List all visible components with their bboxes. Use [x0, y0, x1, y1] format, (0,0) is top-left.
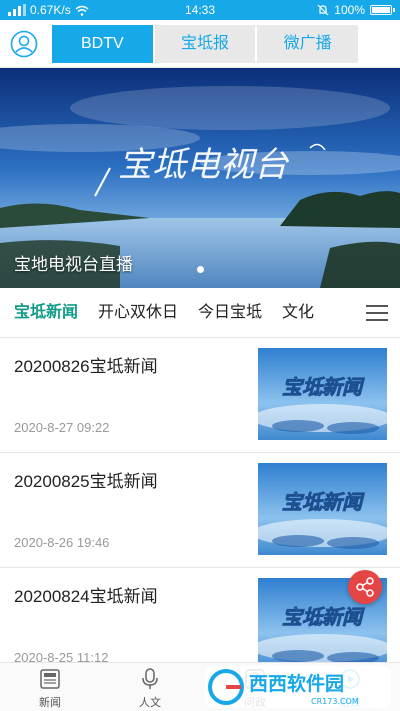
category-culture[interactable]: 文化 — [282, 288, 314, 337]
list-item[interactable]: 20200826宝坻新闻 2020-8-27 09:22 宝坻新闻 — [0, 338, 400, 453]
banner-logo-text: 宝坻电视台 — [118, 145, 290, 185]
tab-bdtv[interactable]: BDTV — [52, 25, 153, 63]
nav-news[interactable]: 新闻 — [10, 663, 90, 711]
site-watermark: 西西软件园 CR173.COM — [205, 666, 391, 708]
watermark-text: 西西软件园 — [249, 672, 344, 695]
status-right: 100% — [317, 3, 395, 17]
banner-indicator-dot — [197, 266, 204, 273]
category-happy-weekend[interactable]: 开心双休日 — [98, 288, 178, 337]
news-title: 20200825宝坻新闻 — [14, 472, 158, 491]
tab-micro-radio[interactable]: 微广播 — [257, 25, 359, 63]
share-icon — [356, 577, 374, 597]
top-tabs: BDTV 宝坻报 微广播 — [52, 25, 359, 63]
thumb-text: 宝坻新闻 — [282, 605, 365, 629]
news-list: 20200826宝坻新闻 2020-8-27 09:22 宝坻新闻 202008… — [0, 338, 400, 662]
news-thumbnail: 宝坻新闻 — [258, 348, 387, 440]
category-today-baodi[interactable]: 今日宝坻 — [198, 288, 262, 337]
user-icon[interactable] — [10, 30, 38, 58]
nav-culture[interactable]: 人文 — [110, 663, 190, 711]
banner-caption: 宝地电视台直播 — [14, 255, 133, 274]
nav-label: 人文 — [139, 697, 161, 709]
news-date: 2020-8-25 11:12 — [14, 650, 109, 662]
watermark-domain: CR173.COM — [311, 697, 359, 706]
news-title: 20200826宝坻新闻 — [14, 357, 158, 376]
newspaper-icon — [40, 669, 60, 689]
menu-icon[interactable] — [352, 288, 400, 337]
status-bar: 0.67K/s 14:33 100% — [0, 0, 400, 20]
share-button[interactable] — [348, 570, 382, 604]
thumb-text: 宝坻新闻 — [282, 375, 365, 399]
top-bar: BDTV 宝坻报 微广播 — [0, 20, 400, 68]
battery-icon — [370, 5, 395, 15]
microphone-icon — [142, 668, 158, 689]
alarm-off-icon — [317, 4, 329, 16]
news-thumbnail: 宝坻新闻 — [258, 463, 387, 555]
list-item[interactable]: 20200825宝坻新闻 2020-8-26 19:46 宝坻新闻 — [0, 453, 400, 568]
category-bar: 宝坻新闻 开心双休日 今日宝坻 文化 — [0, 288, 400, 338]
live-banner[interactable]: 宝坻电视台 宝地电视台直播 — [0, 68, 400, 288]
list-item[interactable]: 20200824宝坻新闻 2020-8-25 11:12 宝坻新闻 — [0, 568, 400, 662]
news-title: 20200824宝坻新闻 — [14, 587, 158, 606]
category-list: 宝坻新闻 开心双休日 今日宝坻 文化 — [14, 288, 314, 337]
category-baodi-news[interactable]: 宝坻新闻 — [14, 288, 78, 337]
thumb-text: 宝坻新闻 — [282, 490, 365, 514]
news-date: 2020-8-27 09:22 — [14, 420, 110, 435]
nav-label: 新闻 — [39, 697, 61, 709]
tab-baodi-newspaper[interactable]: 宝坻报 — [154, 25, 256, 63]
news-date: 2020-8-26 19:46 — [14, 535, 110, 550]
battery-percent: 100% — [334, 3, 365, 17]
